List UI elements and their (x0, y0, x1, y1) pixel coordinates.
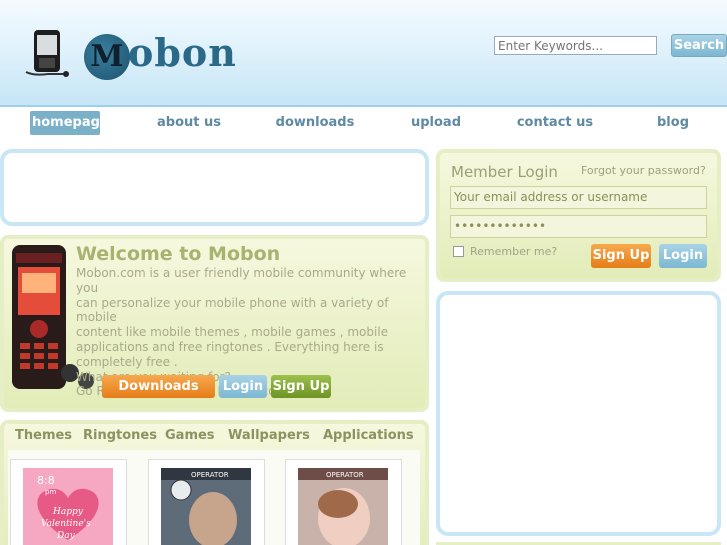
nav-item-upload[interactable]: upload (408, 111, 464, 135)
nav-item-contact-us[interactable]: contact us (514, 111, 596, 135)
thumb-caption: OPERATOR (326, 471, 364, 479)
operator-theme-image: OPERATOR (161, 468, 251, 545)
tab-ringtones[interactable]: Ringtones (83, 426, 157, 446)
username-field[interactable]: Your email address or username (450, 186, 707, 209)
site-logo[interactable]: M obon (24, 28, 244, 80)
theme-thumbnail[interactable]: OPERATOR (148, 459, 265, 545)
downloads-button[interactable]: Downloads (102, 375, 215, 398)
tab-themes[interactable]: Themes (15, 426, 72, 446)
thumb-caption: Day (56, 531, 76, 541)
nav-item-blog[interactable]: blog (652, 111, 694, 135)
main-nav: homepage about us downloads upload conta… (0, 107, 727, 137)
remember-me-label: Remember me? (470, 245, 558, 258)
remember-me-checkbox[interactable] (453, 246, 464, 257)
search-button[interactable]: Search (671, 34, 727, 57)
logo-initial: M (84, 34, 130, 80)
banner-panel (0, 149, 429, 226)
phone-logo-icon (25, 30, 69, 77)
valentine-theme-image: 8:8 pm Happy Valentine's Day (23, 468, 113, 545)
content-tabs: Themes Ringtones Games Wallpapers Applic… (6, 426, 420, 448)
thumb-clock: 8:8 (37, 474, 55, 487)
thumb-caption: Happy (52, 507, 84, 517)
theme-thumbnail[interactable]: 8:8 pm Happy Valentine's Day (10, 459, 127, 545)
login-title: Member Login (451, 163, 558, 181)
nav-item-downloads[interactable]: downloads (273, 111, 357, 135)
thumb-caption: OPERATOR (191, 471, 229, 479)
login-button[interactable]: Login (219, 375, 267, 398)
tab-applications[interactable]: Applications (323, 426, 414, 446)
tab-wallpapers[interactable]: Wallpapers (228, 426, 310, 446)
thumb-caption: Valentine's (41, 519, 91, 529)
search-input[interactable] (494, 36, 657, 55)
welcome-line: content like mobile themes , mobile game… (76, 325, 389, 340)
welcome-title: Welcome to Mobon (76, 243, 281, 265)
nav-item-about-us[interactable]: about us (155, 111, 223, 135)
welcome-line: Mobon.com is a user friendly mobile comm… (76, 266, 407, 295)
sidebar-ad-panel (436, 291, 721, 536)
tab-games[interactable]: Games (165, 426, 215, 446)
theme-thumbnail[interactable]: OPERATOR (285, 459, 402, 545)
login-signup-button[interactable]: Sign Up (591, 244, 651, 268)
forgot-password-link[interactable]: Forgot your password? (581, 164, 706, 177)
welcome-line: can personalize your mobile phone with a… (76, 295, 389, 325)
welcome-line: applications and free ringtones . Everyt… (76, 339, 384, 354)
login-submit-button[interactable]: Login (659, 244, 707, 268)
nav-item-homepage[interactable]: homepage (30, 111, 109, 135)
operator-theme-image: OPERATOR (298, 468, 388, 545)
password-field[interactable]: ••••••••••••• (450, 215, 707, 238)
logo-text: obon (128, 30, 237, 75)
welcome-line: completely free . (76, 354, 178, 369)
signup-button[interactable]: Sign Up (271, 375, 331, 398)
site-header: M obon Search (0, 0, 727, 107)
thumb-ampm: pm (45, 488, 56, 496)
